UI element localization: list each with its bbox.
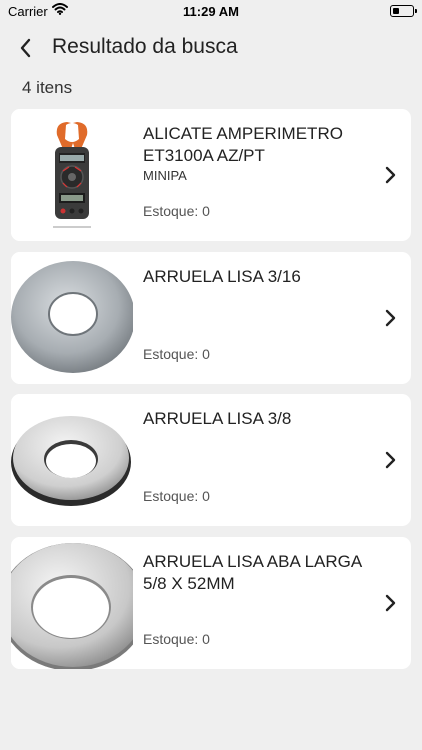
product-name: ARRUELA LISA ABA LARGA 5/8 X 52MM	[143, 551, 362, 593]
clamp-meter-image	[11, 109, 133, 241]
nav-header: Resultado da busca	[0, 30, 422, 66]
washer-image	[11, 251, 133, 384]
status-bar: Carrier 11:29 AM	[0, 0, 422, 22]
washer-image	[11, 536, 133, 669]
chevron-right-icon	[383, 165, 397, 185]
chevron-right-icon	[383, 593, 397, 613]
chevron-left-icon	[20, 38, 31, 58]
product-card[interactable]: ARRUELA LISA 3/8 Estoque: 0	[11, 394, 411, 526]
page-title: Resultado da busca	[52, 35, 238, 58]
back-button[interactable]	[14, 36, 38, 60]
chevron-right-icon	[383, 308, 397, 328]
product-card[interactable]: ALICATE AMPERIMETRO ET3100A AZ/PT MINIPA…	[11, 109, 411, 241]
product-card[interactable]: ARRUELA LISA 3/16 Estoque: 0	[11, 251, 411, 384]
battery-icon	[390, 5, 417, 17]
results-count: 4 itens	[22, 78, 73, 97]
product-card[interactable]: ARRUELA LISA ABA LARGA 5/8 X 52MM Estoqu…	[11, 536, 411, 669]
clock: 11:29 AM	[183, 4, 239, 19]
product-name: ALICATE AMPERIMETRO ET3100A AZ/PT	[143, 124, 343, 165]
chevron-right-icon	[383, 450, 397, 470]
product-list: ALICATE AMPERIMETRO ET3100A AZ/PT MINIPA…	[11, 109, 411, 679]
product-brand: MINIPA	[143, 168, 187, 183]
product-stock: Estoque: 0	[143, 345, 210, 362]
product-stock: Estoque: 0	[143, 488, 210, 504]
product-stock: Estoque: 0	[143, 203, 210, 219]
washer-image	[11, 394, 133, 526]
product-name: ARRUELA LISA 3/16	[143, 266, 301, 286]
product-stock: Estoque: 0	[143, 630, 210, 647]
product-name: ARRUELA LISA 3/8	[143, 409, 292, 428]
